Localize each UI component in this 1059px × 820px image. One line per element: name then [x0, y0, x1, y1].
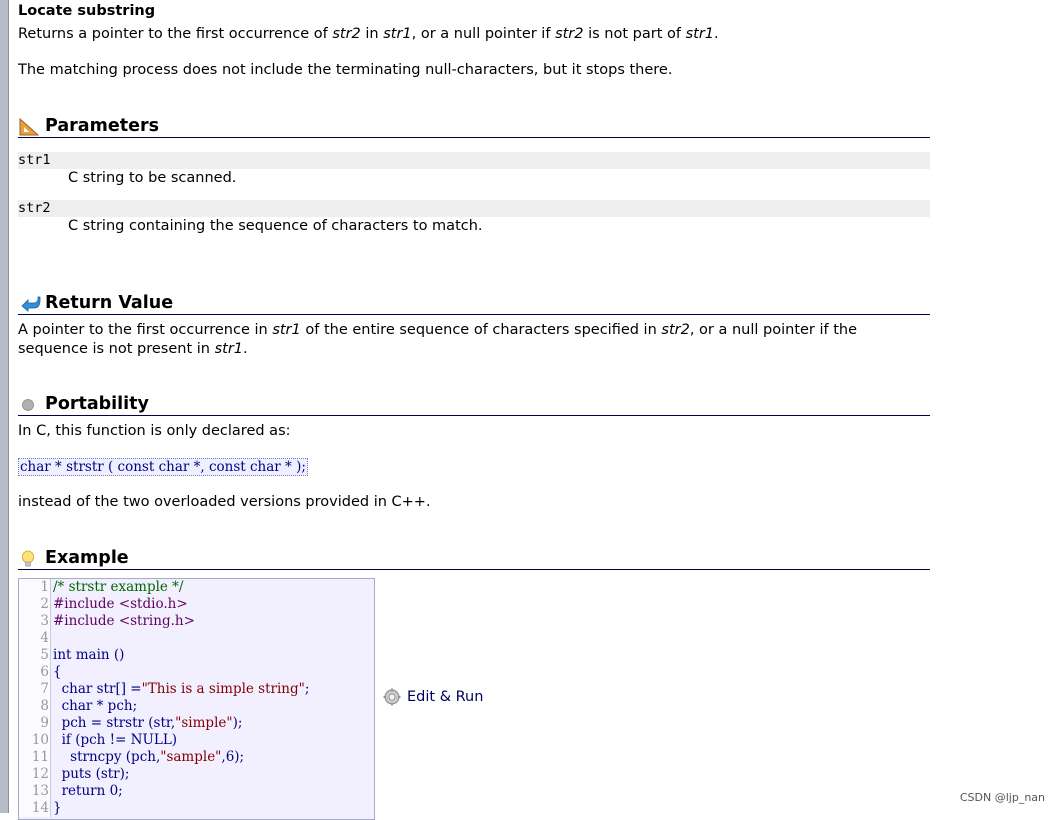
gray-dot-icon — [22, 399, 34, 411]
code-line: 7 char str[] ="This is a simple string"; — [19, 681, 374, 698]
code-listing: 1/* strstr example */2 #include <stdio.h>… — [18, 578, 375, 820]
line-code: #include <stdio.h> — [53, 596, 188, 612]
parameter-list: str1 C string to be scanned. str2 C stri… — [18, 152, 930, 236]
line-code: #include <string.h> — [53, 613, 195, 629]
code-line: 4 — [19, 630, 374, 647]
line-number: 1 — [19, 579, 51, 596]
portability-note: instead of the two overloaded versions p… — [18, 494, 431, 510]
code-line: 5 int main () — [19, 647, 374, 664]
line-number: 9 — [19, 715, 51, 732]
line-number: 8 — [19, 698, 51, 715]
return-arrow-icon — [21, 296, 41, 312]
code-line: 3 #include <string.h> — [19, 613, 374, 630]
line-number: 5 — [19, 647, 51, 664]
line-number: 3 — [19, 613, 51, 630]
lightbulb-icon — [22, 550, 34, 567]
line-code: char * pch; — [53, 698, 138, 714]
example-area: 1/* strstr example */2 #include <stdio.h>… — [18, 578, 930, 820]
return-value-heading: Return Value — [18, 292, 930, 315]
line-number: 13 — [19, 783, 51, 800]
line-number: 6 — [19, 664, 51, 681]
line-code: pch = strstr (str,"simple"); — [53, 715, 243, 731]
intro-paragraph: Returns a pointer to the first occurrenc… — [18, 26, 719, 42]
code-line: 8 char * pch; — [19, 698, 374, 715]
code-line: 11 strncpy (pch,"sample",6); — [19, 749, 374, 766]
line-number: 7 — [19, 681, 51, 698]
line-code: char str[] ="This is a simple string"; — [53, 681, 310, 697]
param-desc-str2: C string containing the sequence of char… — [68, 218, 483, 234]
portability-heading: Portability — [18, 393, 930, 416]
matching-note: The matching process does not include th… — [18, 62, 673, 78]
edit-run-button[interactable]: Edit & Run — [383, 688, 483, 706]
code-line: 13 return 0; — [19, 783, 374, 800]
ruler-triangle-icon — [19, 117, 40, 136]
watermark: CSDN @ljp_nan — [959, 791, 1045, 804]
doc-content: Locate substring Returns a pointer to th… — [18, 0, 930, 820]
line-code: int main () — [53, 647, 125, 663]
left-scroll-edge — [0, 0, 9, 813]
code-line: 6{ — [19, 664, 374, 681]
code-line: 2 #include <stdio.h> — [19, 596, 374, 613]
line-code: return 0; — [53, 783, 123, 799]
edit-run-label: Edit & Run — [407, 689, 484, 705]
line-code: { — [53, 664, 62, 680]
parameters-heading: Parameters — [18, 115, 930, 138]
param-name-str2: str2 — [18, 200, 930, 217]
line-number: 12 — [19, 766, 51, 783]
c-declaration: char * strstr ( const char *, const char… — [18, 458, 308, 476]
code-line: 10 if (pch != NULL) — [19, 732, 374, 749]
param-name-str1: str1 — [18, 152, 930, 169]
line-code: puts (str); — [53, 766, 130, 782]
gear-icon — [383, 688, 401, 706]
param-desc-str1: C string to be scanned. — [68, 170, 237, 186]
line-number: 2 — [19, 596, 51, 613]
code-line: 9 pch = strstr (str,"simple"); — [19, 715, 374, 732]
line-number: 11 — [19, 749, 51, 766]
line-number: 14 — [19, 800, 51, 817]
portability-text: In C, this function is only declared as: — [18, 423, 291, 439]
code-line: 14} — [19, 800, 374, 817]
line-code: /* strstr example */ — [53, 579, 184, 595]
return-value-text: A pointer to the first occurrence in str… — [18, 322, 858, 357]
line-code: } — [53, 800, 62, 816]
line-code: strncpy (pch,"sample",6); — [53, 749, 245, 765]
line-code: if (pch != NULL) — [53, 732, 178, 748]
page-title: Locate substring — [18, 3, 156, 19]
line-number: 10 — [19, 732, 51, 749]
code-line: 12 puts (str); — [19, 766, 374, 783]
line-number: 4 — [19, 630, 51, 647]
example-heading: Example — [18, 547, 930, 570]
code-line: 1/* strstr example */ — [19, 579, 374, 596]
